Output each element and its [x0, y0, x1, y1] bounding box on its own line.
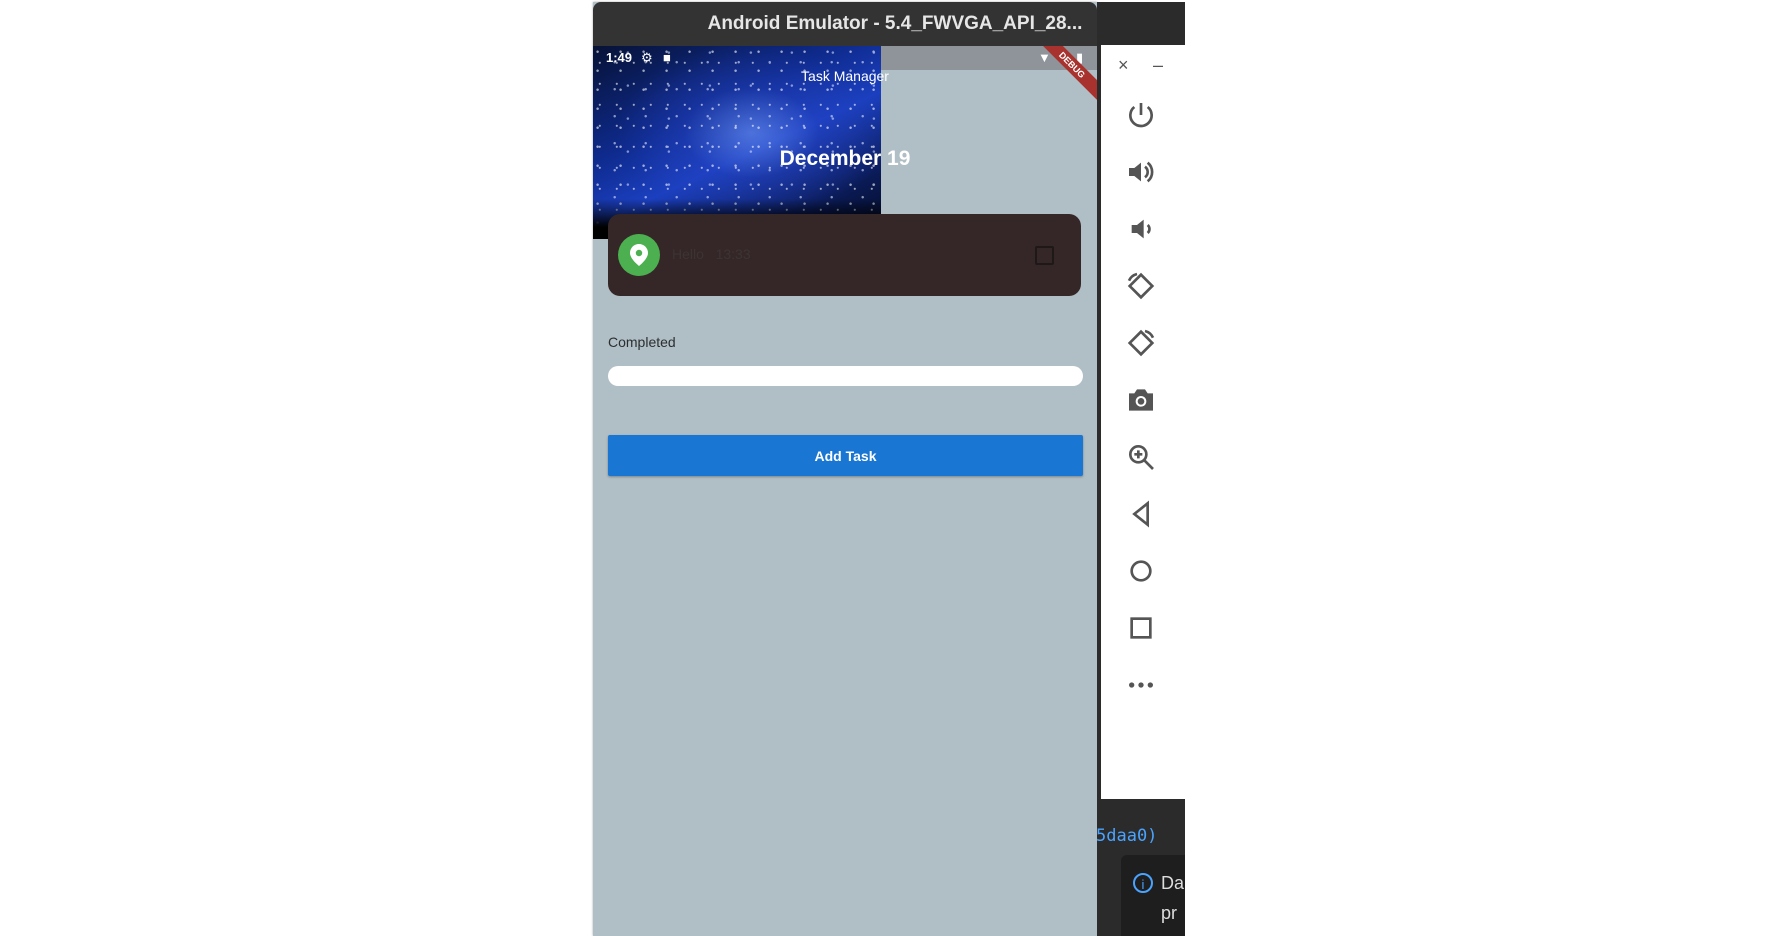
rotate-right-icon[interactable]	[1121, 323, 1161, 363]
gear-icon: ⚙	[641, 50, 653, 65]
task-label: Hello 13:33	[672, 246, 751, 262]
zoom-in-icon[interactable]	[1121, 437, 1161, 477]
camera-icon[interactable]	[1121, 380, 1161, 420]
ide-code-fragment: 5daa0)	[1096, 826, 1158, 846]
task-time: 13:33	[715, 246, 751, 262]
task-checkbox[interactable]	[1035, 246, 1054, 265]
info-icon: i	[1133, 873, 1153, 893]
close-button[interactable]: ×	[1118, 55, 1129, 76]
volume-up-icon[interactable]	[1121, 152, 1161, 192]
overview-icon[interactable]	[1121, 608, 1161, 648]
app-title: Task Manager	[801, 68, 889, 84]
minimize-button[interactable]: –	[1153, 55, 1163, 76]
ide-notice-line2: pr	[1161, 903, 1178, 923]
emulator-window: Android Emulator - 5.4_FWVGA_API_28... 1…	[593, 2, 1097, 936]
power-icon[interactable]	[1121, 95, 1161, 135]
window-title: Android Emulator - 5.4_FWVGA_API_28...	[593, 2, 1097, 46]
rotate-left-icon[interactable]	[1121, 266, 1161, 306]
task-card[interactable]: Hello 13:33	[608, 214, 1081, 296]
location-pin-icon	[618, 234, 660, 276]
sd-card-icon: ■	[663, 50, 671, 65]
back-icon[interactable]	[1121, 494, 1161, 534]
status-time: 1:49	[606, 50, 633, 65]
completed-label: Completed	[608, 334, 676, 350]
more-icon[interactable]	[1121, 665, 1161, 705]
volume-down-icon[interactable]	[1121, 209, 1161, 249]
status-bar: 1:49 ⚙ ■ ▼ ▮	[593, 46, 1097, 70]
emulator-toolbar: × –	[1101, 45, 1185, 799]
ide-notification[interactable]: i Da pr	[1121, 855, 1185, 936]
date-heading: December 19	[779, 147, 911, 170]
completion-progress-bar	[608, 366, 1083, 386]
device-screen: 1:49 ⚙ ■ ▼ ▮ DEBUG Task Manager December…	[593, 46, 1097, 936]
ide-notice-line1: Da	[1161, 873, 1185, 893]
add-task-button[interactable]: Add Task	[608, 435, 1083, 476]
home-icon[interactable]	[1121, 551, 1161, 591]
task-name: Hello	[672, 246, 704, 262]
